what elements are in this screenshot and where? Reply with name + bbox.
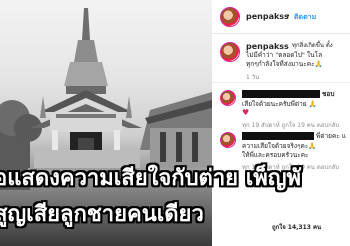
redacted-username [242,132,314,140]
avatar[interactable] [220,7,240,27]
comment-meta: ทุก 19 สัปดาห์ ถูกใจ 19 คน ตอบกลับ [242,122,340,129]
comment-avatar[interactable] [220,132,236,148]
headline-line-2: สูญเสียลูกชายคนเดียว [0,202,204,227]
news-thumbnail: penpakss • ติดตาม penpakss ทุกสิ่งเกิดขึ… [0,0,350,246]
comment-text-line-2: ให้พี่และครอบครัวนะคะ [242,151,309,159]
divider [212,82,350,83]
follow-button[interactable]: ติดตาม [294,12,316,23]
caption-timestamp: 1 วัน [246,74,260,81]
post-header: penpakss • ติดตาม [212,0,350,34]
comment-text-line-1: ความเสียใจด้วยจริงๆคะ🙏 [242,142,317,150]
heart-icon[interactable]: ♥ [242,108,249,117]
headline-line-1: อแสดงความเสียใจกับต่าย เพ็ญพั [0,166,301,191]
comment-username-suffix[interactable]: ชอบ [322,90,334,98]
comment-avatar[interactable] [220,90,236,106]
caption-line-1: ทุกสิ่งเกิดขึ้น ตั้ง [292,42,333,49]
separator-dot: • [286,12,291,20]
comment-username-suffix[interactable]: พี่ต่ายคะ แ [316,132,346,140]
caption-username[interactable]: penpakss [246,42,289,51]
comment-text: เสียใจด้วยนะครับพี่ต่าย 🙏 [242,100,317,108]
caption-line-2: ไม่มีคำว่า "ตลอดไป" ในโล [246,51,323,59]
header-username[interactable]: penpakss [246,12,289,21]
caption-avatar[interactable] [220,42,240,62]
redacted-username [242,90,320,98]
caption-line-3: ทุกๆกำลังใจที่ส่งมานะคะ🙏 [246,60,323,68]
